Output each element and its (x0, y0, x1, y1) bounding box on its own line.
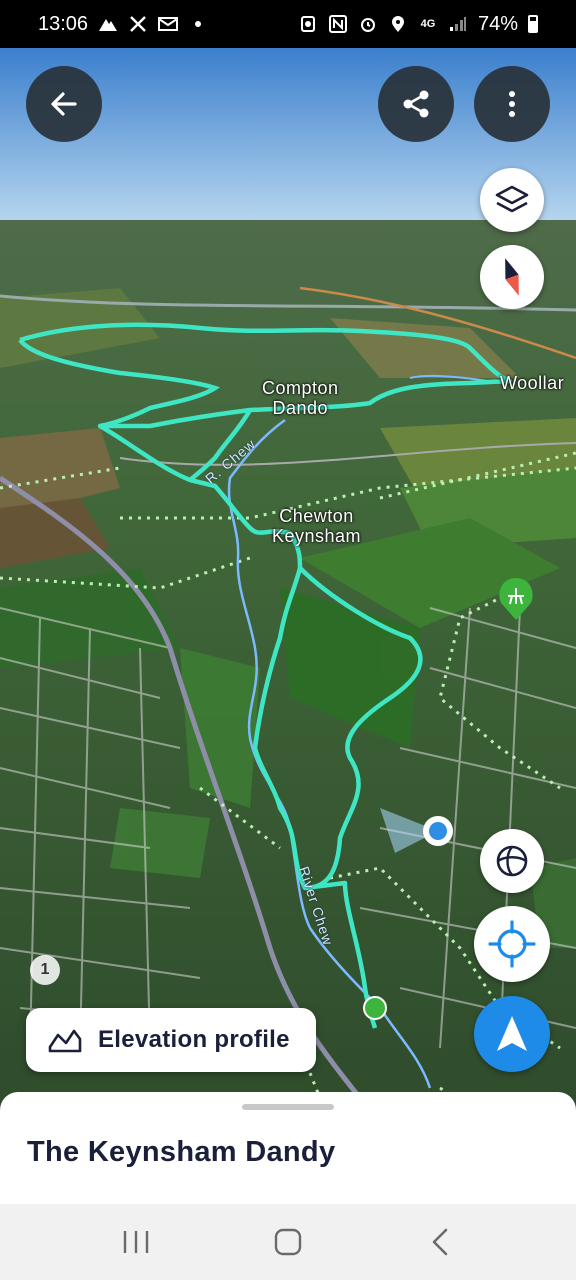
place-label-woollard: Woollar (500, 373, 565, 393)
globe-button[interactable] (480, 829, 544, 893)
share-button[interactable] (378, 66, 454, 142)
elevation-profile-label: Elevation profile (98, 1026, 290, 1053)
location-icon (388, 14, 408, 34)
sheet-drag-handle[interactable] (242, 1104, 334, 1110)
layers-button[interactable] (480, 168, 544, 232)
x-icon (128, 14, 148, 34)
navigate-button[interactable] (474, 996, 550, 1072)
elevation-chart-icon (48, 1029, 82, 1053)
share-icon (403, 90, 429, 118)
user-location-dot (429, 822, 447, 840)
globe-icon (496, 845, 528, 877)
system-navigation-bar (0, 1204, 576, 1280)
4g-icon: 4G (420, 18, 436, 30)
dot-icon (188, 14, 208, 34)
attribution-info-button[interactable]: 1 (30, 955, 60, 985)
compass-icon (505, 258, 519, 296)
battery-icon (528, 15, 538, 33)
layers-icon (495, 185, 529, 213)
mountain-icon (98, 14, 118, 34)
system-back-button[interactable] (410, 1212, 470, 1272)
nfc-icon (328, 14, 348, 34)
recycle-icon (298, 14, 318, 34)
more-vertical-icon (509, 91, 515, 117)
place-label-chewton-keynsham: Chewton Keynsham (272, 506, 362, 546)
home-button[interactable] (258, 1212, 318, 1272)
recent-apps-button[interactable] (106, 1212, 166, 1272)
elevation-profile-button[interactable]: Elevation profile (26, 1008, 316, 1072)
route-title: The Keynsham Dandy (27, 1136, 336, 1168)
route-start-marker (363, 996, 387, 1020)
place-label-compton-dando: Compton Dando (262, 378, 339, 418)
chevron-left-icon (432, 1228, 448, 1256)
clock: 13:06 (38, 12, 89, 35)
status-bar: 13:06 4G 74% (0, 0, 576, 48)
crosshair-icon (488, 920, 536, 968)
route-bottom-sheet[interactable]: The Keynsham Dandy (0, 1092, 576, 1204)
status-right: 4G 74% (298, 13, 538, 36)
recent-apps-icon (123, 1231, 149, 1253)
mail-icon (158, 14, 179, 34)
status-left: 13:06 (38, 13, 208, 36)
compass-button[interactable] (480, 245, 544, 309)
locate-me-button[interactable] (474, 906, 550, 982)
arrow-left-icon (51, 92, 77, 116)
back-button[interactable] (26, 66, 102, 142)
alarm-icon (358, 14, 378, 34)
more-options-button[interactable] (474, 66, 550, 142)
battery-percent: 74% (477, 12, 518, 35)
signal-icon (448, 14, 468, 34)
navigation-arrow-icon (497, 1016, 527, 1051)
home-icon (274, 1228, 302, 1256)
